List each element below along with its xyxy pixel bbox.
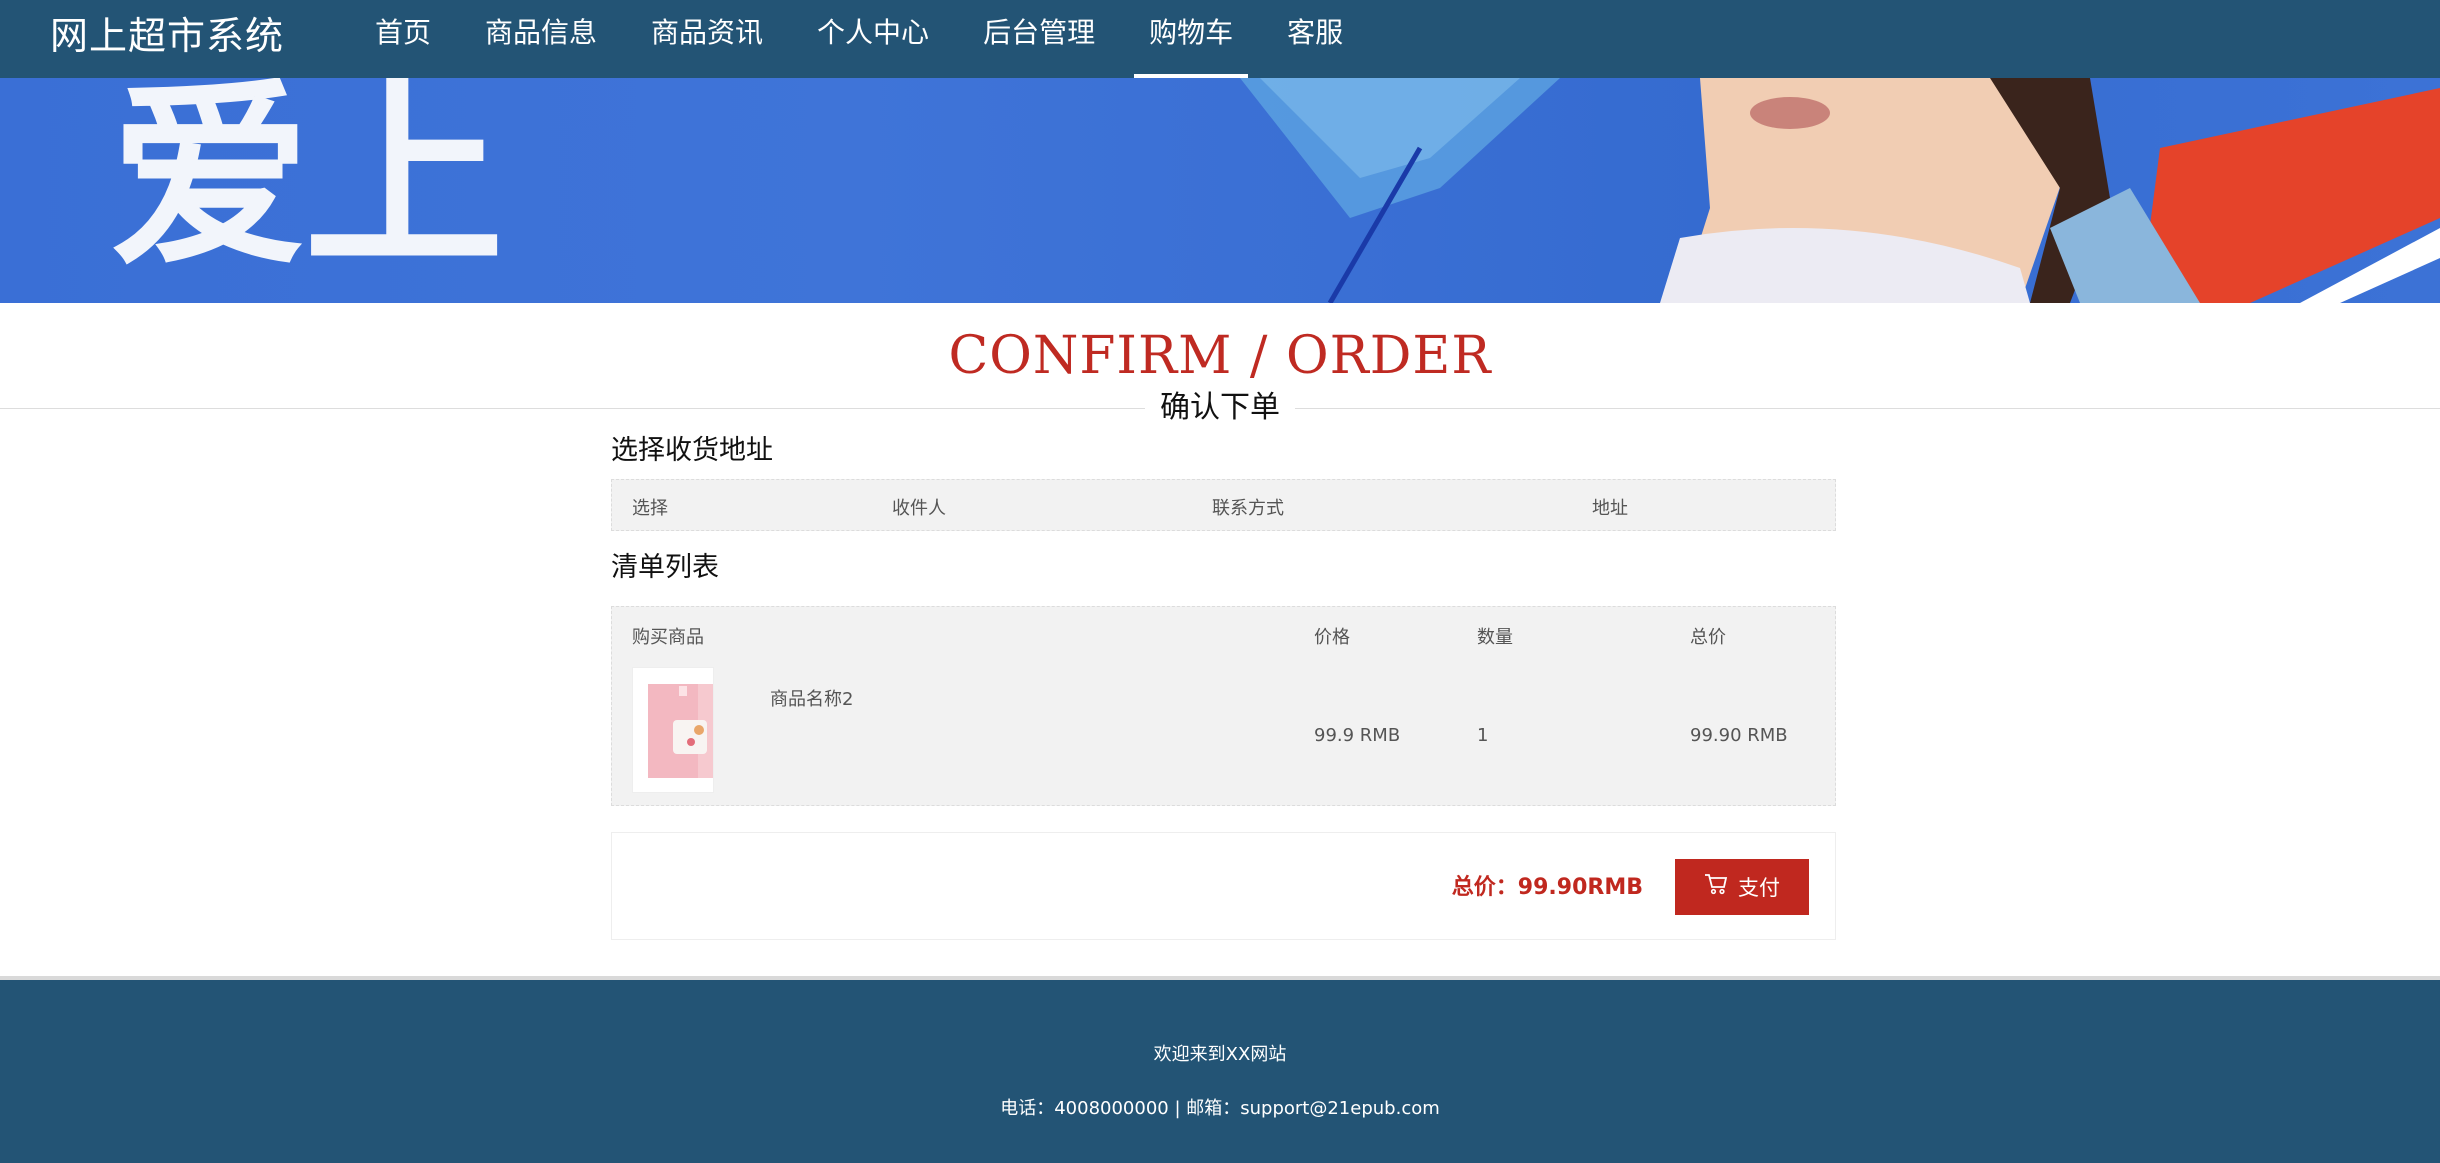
address-table: 选择 收件人 联系方式 地址 (611, 479, 1836, 531)
hero-banner: 爱上 (0, 78, 2440, 303)
product-total: 99.90 RMB (1690, 725, 1788, 746)
product-thumbnail[interactable] (632, 667, 742, 793)
nav-cart[interactable]: 购物车 (1134, 0, 1249, 78)
pay-button-label: 支付 (1738, 877, 1780, 900)
main-nav: 首页 商品信息 商品资讯 个人中心 后台管理 购物车 客服 (360, 0, 1382, 78)
address-col-select: 选择 (632, 498, 668, 519)
order-table: 购买商品 价格 数量 总价 商品名称2 99.9 RMB 1 99.90 RMB (611, 606, 1836, 806)
address-col-contact: 联系方式 (1212, 498, 1284, 519)
footer-welcome: 欢迎来到XX网站 (1153, 1044, 1287, 1065)
nav-products[interactable]: 商品信息 (470, 0, 612, 78)
page-title-cn: 确认下单 (1145, 388, 1295, 428)
product-quantity: 1 (1477, 725, 1489, 746)
order-col-product: 购买商品 (632, 627, 704, 648)
pay-button[interactable]: 支付 (1675, 859, 1809, 915)
order-col-quantity: 数量 (1477, 627, 1513, 648)
order-list-heading: 清单列表 (611, 552, 719, 583)
product-price: 99.9 RMB (1314, 725, 1401, 746)
product-image (648, 684, 742, 778)
site-footer: 欢迎来到XX网站 电话：4008000000 | 邮箱：support@21ep… (0, 976, 2440, 1163)
nav-service[interactable]: 客服 (1272, 0, 1358, 78)
nav-admin[interactable]: 后台管理 (968, 0, 1110, 78)
footer-contact: 电话：4008000000 | 邮箱：support@21epub.com (1000, 1098, 1440, 1119)
banner-slogan: 爱上 (110, 78, 504, 294)
page-title-en: CONFIRM / ORDER (948, 326, 1492, 386)
address-col-recipient: 收件人 (892, 498, 946, 519)
product-name[interactable]: 商品名称2 (770, 685, 853, 711)
order-col-price: 价格 (1314, 627, 1350, 648)
nav-home[interactable]: 首页 (360, 0, 446, 78)
site-brand[interactable]: 网上超市系统 (50, 8, 284, 64)
nav-profile[interactable]: 个人中心 (802, 0, 944, 78)
address-col-address: 地址 (1592, 498, 1628, 519)
order-col-total: 总价 (1690, 627, 1726, 648)
cart-icon (1704, 873, 1728, 901)
nav-news[interactable]: 商品资讯 (636, 0, 778, 78)
payment-box: 总价：99.90RMB 支付 (611, 832, 1836, 940)
address-heading: 选择收货地址 (611, 435, 773, 466)
top-navbar: 网上超市系统 首页 商品信息 商品资讯 个人中心 后台管理 购物车 客服 (0, 0, 2440, 78)
order-total: 总价：99.90RMB (1451, 875, 1643, 900)
